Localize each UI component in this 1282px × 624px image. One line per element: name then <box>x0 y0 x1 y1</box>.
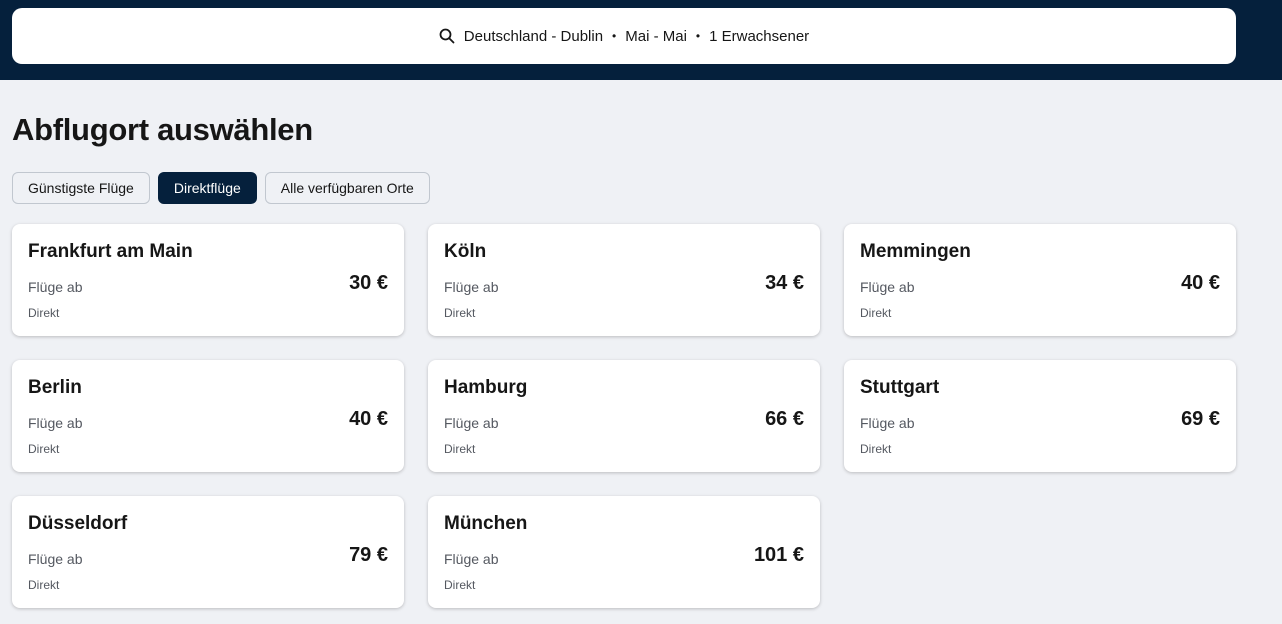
price: 69 € <box>1181 408 1220 430</box>
city-name: Frankfurt am Main <box>28 241 193 262</box>
result-card[interactable]: Frankfurt am Main Flüge ab 30 € Direkt <box>12 224 404 336</box>
flights-from-label: Flüge ab <box>444 551 499 567</box>
flight-type: Direkt <box>860 306 892 320</box>
price: 40 € <box>349 408 388 430</box>
city-name: Berlin <box>28 377 82 398</box>
city-name: Köln <box>444 241 487 262</box>
page-title: Abflugort auswählen <box>12 112 313 147</box>
separator-dot: • <box>612 29 617 43</box>
search-travelers: 1 Erwachsener <box>709 27 810 45</box>
search-summary-box[interactable]: Deutschland - Dublin • Mai - Mai • 1 Erw… <box>12 8 1236 64</box>
flight-type: Direkt <box>860 442 892 456</box>
price: 101 € <box>753 544 804 566</box>
results-grid: Frankfurt am Main Flüge ab 30 € Direkt K… <box>12 224 1236 608</box>
flights-from-label: Flüge ab <box>860 279 915 295</box>
result-card[interactable]: Hamburg Flüge ab 66 € Direkt <box>428 360 820 472</box>
top-bar: Deutschland - Dublin • Mai - Mai • 1 Erw… <box>0 0 1282 80</box>
flights-from-label: Flüge ab <box>28 279 83 295</box>
flights-from-label: Flüge ab <box>860 415 915 431</box>
flights-from-label: Flüge ab <box>444 279 499 295</box>
result-card[interactable]: München Flüge ab 101 € Direkt <box>428 496 820 608</box>
search-icon <box>439 28 455 44</box>
flight-type: Direkt <box>28 442 60 456</box>
filter-chips: Günstigste Flüge Direktflüge Alle verfüg… <box>12 172 430 204</box>
flight-type: Direkt <box>28 578 60 592</box>
flight-type: Direkt <box>444 306 476 320</box>
city-name: Memmingen <box>860 241 971 262</box>
search-dates: Mai - Mai <box>625 27 687 45</box>
city-name: Hamburg <box>444 377 528 398</box>
result-card[interactable]: Memmingen Flüge ab 40 € Direkt <box>844 224 1236 336</box>
price: 66 € <box>765 408 804 430</box>
flight-type: Direkt <box>444 442 476 456</box>
price: 30 € <box>349 272 388 294</box>
search-route: Deutschland - Dublin <box>463 27 604 45</box>
filter-all-locations[interactable]: Alle verfügbaren Orte <box>264 172 430 204</box>
flights-from-label: Flüge ab <box>28 551 83 567</box>
result-card[interactable]: Stuttgart Flüge ab 69 € Direkt <box>844 360 1236 472</box>
result-card[interactable]: Düsseldorf Flüge ab 79 € Direkt <box>12 496 404 608</box>
price: 40 € <box>1181 272 1220 294</box>
city-name: Stuttgart <box>860 377 940 398</box>
price: 34 € <box>765 272 804 294</box>
flights-from-label: Flüge ab <box>28 415 83 431</box>
separator-dot: • <box>695 29 701 43</box>
flight-type: Direkt <box>28 306 60 320</box>
result-card[interactable]: Berlin Flüge ab 40 € Direkt <box>12 360 404 472</box>
price: 79 € <box>349 544 388 566</box>
city-name: Düsseldorf <box>28 513 128 534</box>
flights-from-label: Flüge ab <box>444 415 499 431</box>
flight-type: Direkt <box>444 578 476 592</box>
result-card[interactable]: Köln Flüge ab 34 € Direkt <box>428 224 820 336</box>
city-name: München <box>444 513 528 534</box>
filter-direct-flights[interactable]: Direktflüge <box>157 172 257 204</box>
filter-cheapest-flights[interactable]: Günstigste Flüge <box>12 172 150 204</box>
